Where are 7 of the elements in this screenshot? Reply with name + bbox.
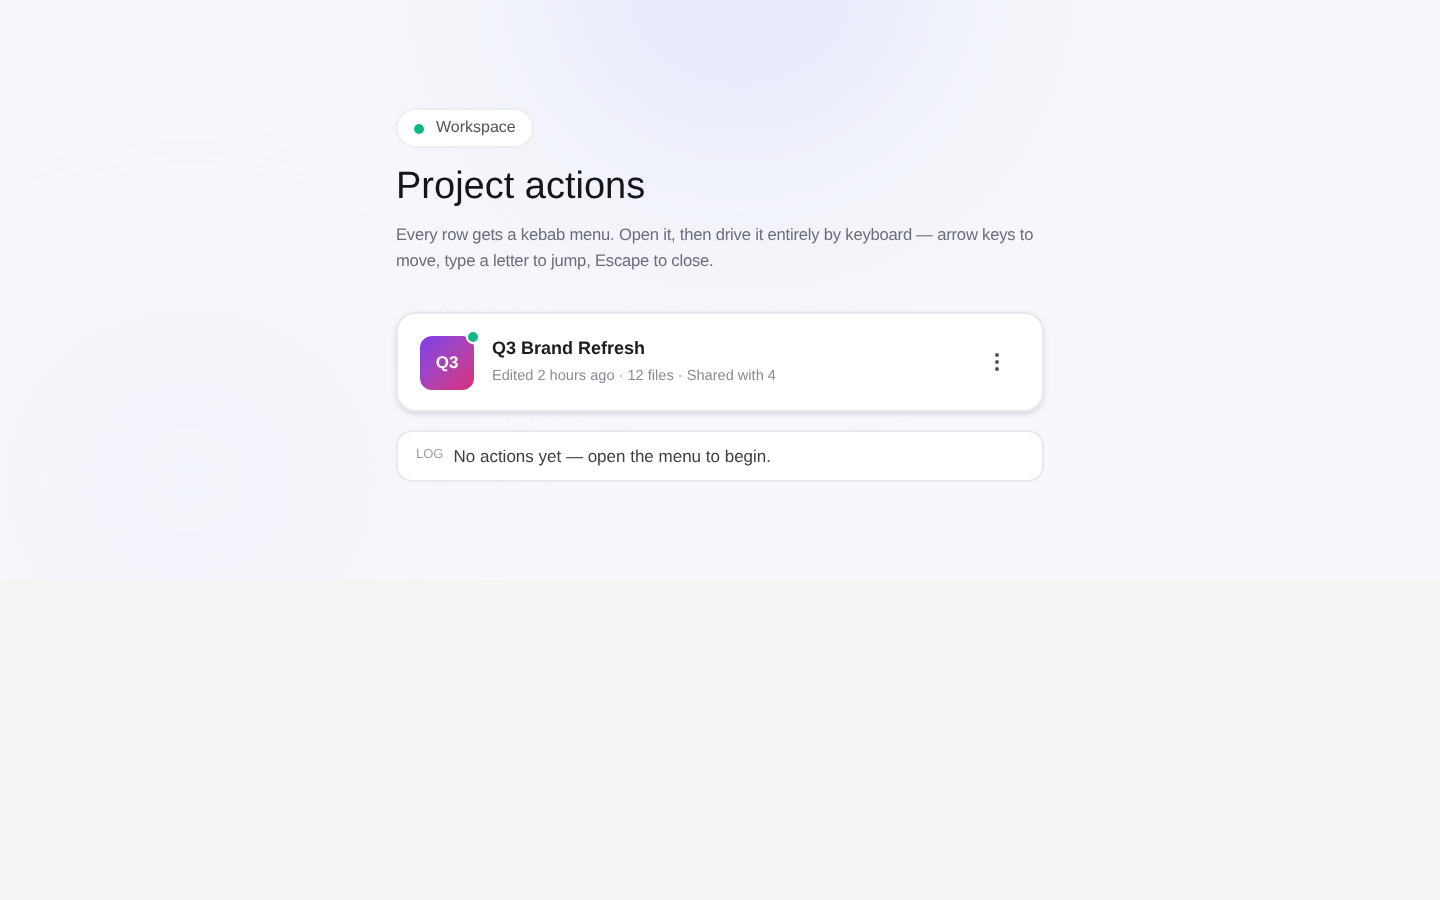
page-title: Project actions	[396, 164, 648, 212]
badge-label: Workspace	[436, 116, 516, 140]
log-message: No actions yet — open the menu to begin.	[453, 443, 771, 469]
kebab-icon	[993, 352, 999, 372]
project-avatar: Q3	[420, 335, 474, 389]
project-name: Q3 Brand Refresh	[492, 336, 648, 363]
page-description: Every row gets a kebab menu. Open it, then drive it entirely by keyboard — arrow keys to move, type a letter to jump, Escape to close.	[396, 222, 1036, 274]
